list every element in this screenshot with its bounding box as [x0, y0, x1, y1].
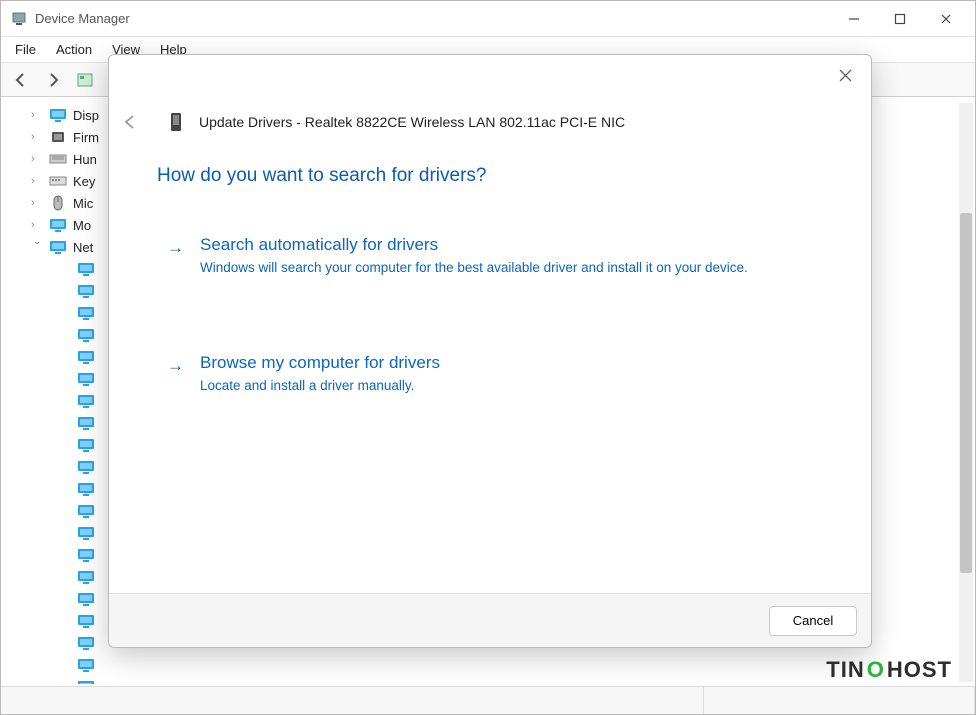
network-adapter-icon — [77, 371, 95, 387]
network-adapter-icon — [49, 239, 67, 255]
chevron-right-icon: › — [31, 219, 43, 231]
network-adapter-icon — [77, 305, 95, 321]
option-description: Windows will search your computer for th… — [200, 259, 748, 277]
option-browse-computer[interactable]: → Browse my computer for drivers Locate … — [157, 345, 823, 423]
network-adapter-icon — [77, 679, 95, 684]
status-bar — [1, 686, 975, 714]
tree-item-label: Key — [73, 174, 95, 189]
network-adapter-icon — [77, 569, 95, 585]
chevron-down-icon: › — [31, 241, 43, 253]
tree-item-label: Hun — [73, 152, 97, 167]
dialog-footer: Cancel — [109, 593, 871, 647]
network-adapter-icon — [77, 657, 95, 673]
arrow-right-icon: → — [167, 353, 184, 395]
chevron-right-icon: › — [31, 131, 43, 143]
display-adapter-icon — [49, 107, 67, 123]
network-adapter-icon — [77, 525, 95, 541]
chevron-right-icon: › — [31, 175, 43, 187]
mouse-icon — [49, 195, 67, 211]
update-drivers-dialog: Update Drivers - Realtek 8822CE Wireless… — [108, 54, 872, 648]
chevron-right-icon: › — [31, 153, 43, 165]
network-adapter-icon — [77, 635, 95, 651]
nav-forward-button[interactable] — [39, 67, 67, 93]
window-title: Device Manager — [35, 11, 130, 26]
option-title: Search automatically for drivers — [200, 235, 748, 255]
dialog-heading: How do you want to search for drivers? — [157, 165, 823, 187]
watermark-o: O — [867, 657, 885, 683]
toolbar-properties-button[interactable] — [71, 67, 99, 93]
network-adapter-icon — [77, 459, 95, 475]
minimize-button[interactable] — [831, 4, 877, 34]
arrow-right-icon: → — [167, 235, 184, 277]
vertical-scrollbar[interactable] — [959, 103, 973, 682]
network-adapter-icon — [77, 393, 95, 409]
chevron-right-icon: › — [31, 109, 43, 121]
tree-item-label: Mic — [73, 196, 93, 211]
dialog-content: How do you want to search for drivers? →… — [109, 135, 871, 593]
network-adapter-icon — [77, 283, 95, 299]
nav-back-button[interactable] — [7, 67, 35, 93]
dialog-title: Update Drivers - Realtek 8822CE Wireless… — [199, 114, 625, 130]
cancel-button[interactable]: Cancel — [769, 606, 857, 636]
app-icon — [11, 11, 27, 27]
option-description: Locate and install a driver manually. — [200, 377, 440, 395]
cancel-button-label: Cancel — [793, 613, 833, 628]
option-search-automatically[interactable]: → Search automatically for drivers Windo… — [157, 227, 823, 305]
menu-action[interactable]: Action — [50, 40, 98, 59]
chevron-right-icon: › — [31, 197, 43, 209]
dialog-header: Update Drivers - Realtek 8822CE Wireless… — [109, 95, 871, 135]
tree-item-label: Mo — [73, 218, 91, 233]
menu-file[interactable]: File — [9, 40, 42, 59]
network-adapter-icon — [77, 613, 95, 629]
tree-item-label: Net — [73, 240, 93, 255]
watermark-logo: TINOHOST — [826, 657, 952, 683]
network-adapter-icon — [77, 547, 95, 563]
dialog-titlebar[interactable] — [109, 55, 871, 95]
network-adapter-icon — [77, 591, 95, 607]
network-adapter-icon — [77, 349, 95, 365]
network-adapter-icon — [77, 261, 95, 277]
network-adapter-icon — [77, 503, 95, 519]
tree-item-label: Firm — [73, 130, 99, 145]
tree-item-label: Disp — [73, 108, 99, 123]
device-icon — [167, 111, 185, 133]
watermark-text: HOST — [887, 657, 952, 683]
firmware-icon — [49, 129, 67, 145]
keyboard-icon — [49, 173, 67, 189]
maximize-button[interactable] — [877, 4, 923, 34]
network-adapter-icon — [77, 437, 95, 453]
dialog-close-button[interactable] — [825, 59, 865, 91]
titlebar[interactable]: Device Manager — [1, 1, 975, 37]
close-button[interactable] — [923, 4, 969, 34]
scrollbar-thumb[interactable] — [960, 213, 972, 573]
network-adapter-icon — [77, 415, 95, 431]
watermark-text: TIN — [826, 657, 864, 683]
hid-icon — [49, 151, 67, 167]
monitor-icon — [49, 217, 67, 233]
dialog-back-button[interactable] — [117, 109, 143, 135]
network-adapter-icon — [77, 481, 95, 497]
option-title: Browse my computer for drivers — [200, 353, 440, 373]
network-adapter-icon — [77, 327, 95, 343]
